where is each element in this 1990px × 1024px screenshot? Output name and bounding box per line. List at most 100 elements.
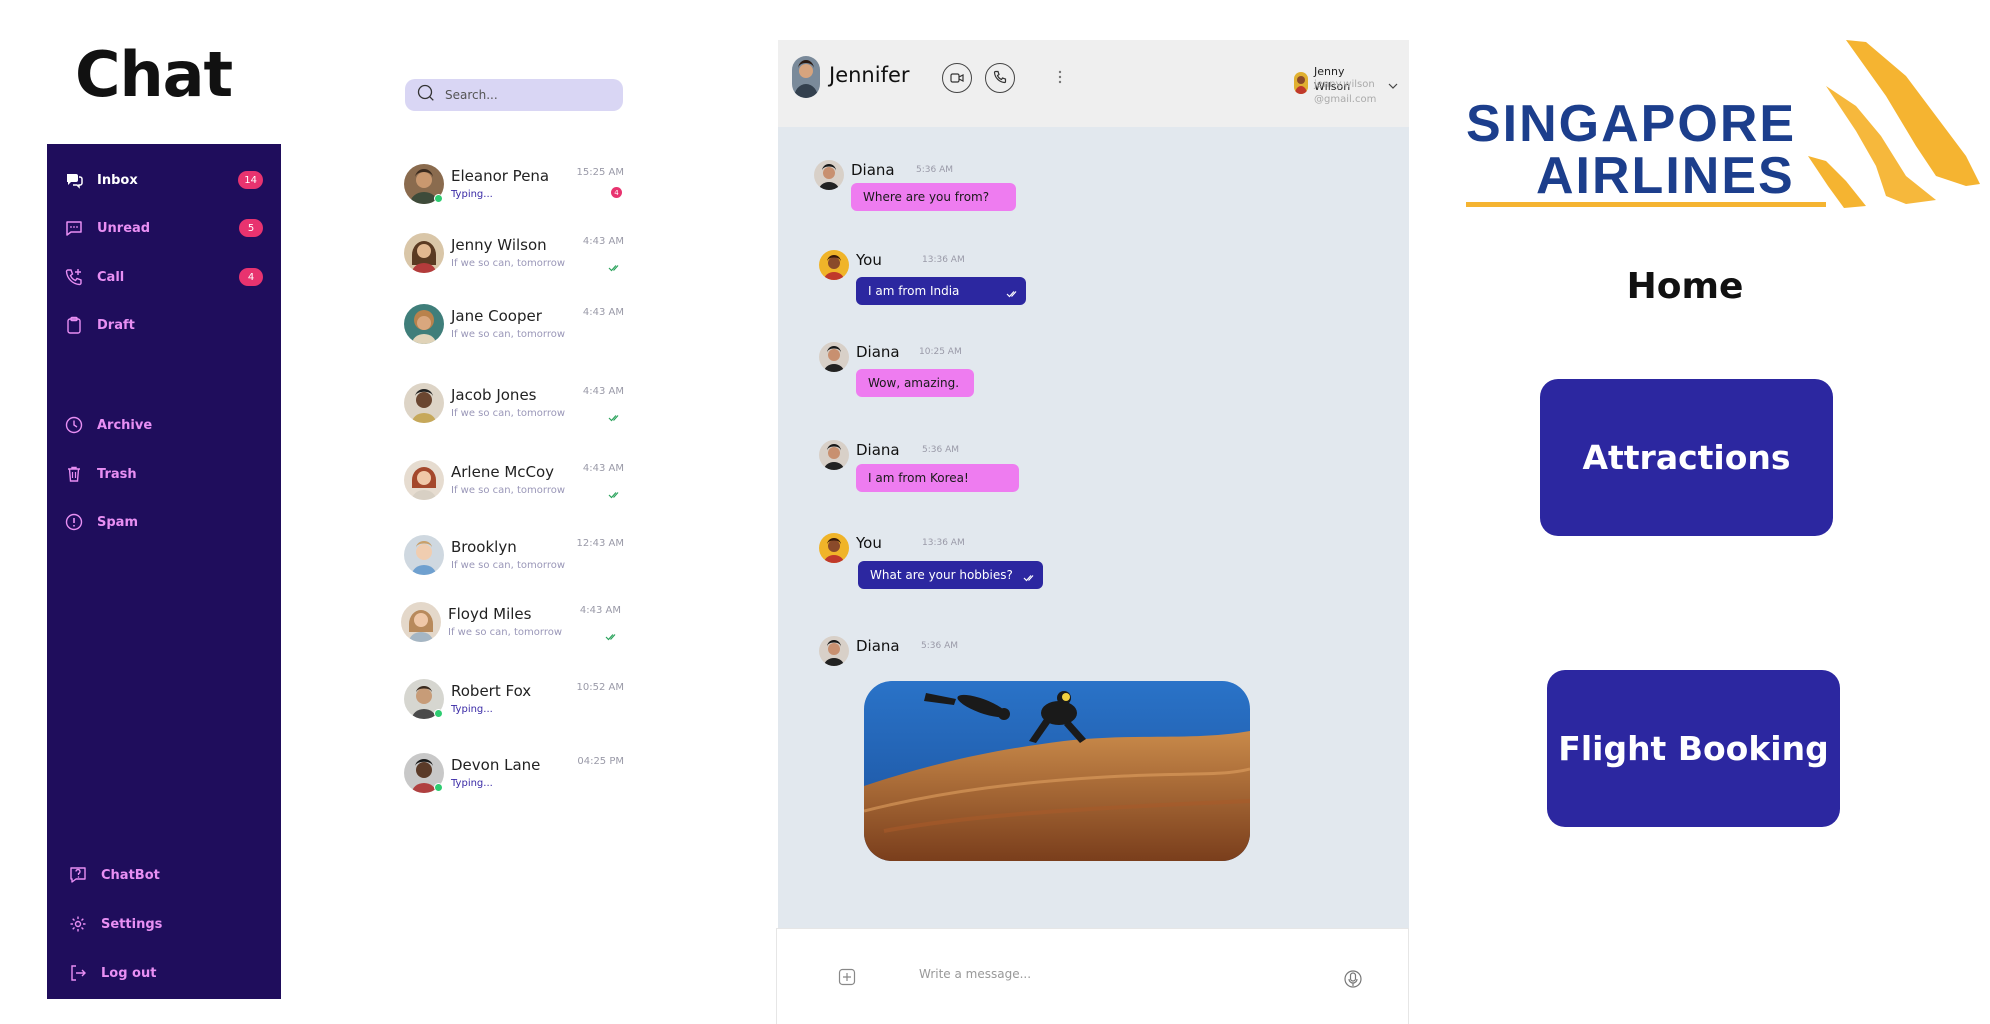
sidebar-item-label: Settings [101,916,163,932]
sidebar-item-draft[interactable]: Draft [63,310,267,340]
avatar [819,533,849,563]
video-call-button[interactable] [942,63,972,93]
chat-contact-name: Jennifer [829,63,910,87]
more-vertical-icon [1058,69,1062,88]
sidebar-item-inbox[interactable]: Inbox 14 [63,165,267,195]
phone-add-icon [63,266,85,288]
list-item[interactable]: Jane Cooper If we so can, tomorrow 4:43 … [404,304,624,352]
avatar [404,233,444,273]
contact-name: Floyd Miles [448,605,532,623]
message: You 13:36 AM I am from India [819,250,1119,305]
online-indicator [434,709,443,718]
contact-preview: If we so can, tomorrow [451,258,566,269]
chat-header: Jennifer Jenny Wilson jenny.wilson@gmail… [778,40,1409,127]
sidebar-item-unread[interactable]: Unread 5 [63,213,267,243]
clipboard-icon [63,314,85,336]
avatar [1294,72,1308,94]
avatar [401,602,441,642]
sidebar-item-label: Draft [97,317,135,333]
contact-name: Jenny Wilson [451,236,547,254]
message-square-icon [63,217,85,239]
flight-booking-button[interactable]: Flight Booking [1547,670,1840,827]
double-check-icon [1023,571,1037,585]
contact-time: 12:43 AM [576,538,624,549]
chevron-down-icon [1388,74,1398,93]
message-composer [776,928,1409,1024]
contact-name: Jacob Jones [451,386,537,404]
contact-preview: Typing... [451,778,493,789]
chat-bubbles-icon [63,169,85,191]
message-time: 13:36 AM [922,538,965,548]
sidebar-item-spam[interactable]: Spam [63,507,267,537]
voice-call-button[interactable] [985,63,1015,93]
message-time: 10:25 AM [919,347,962,357]
alert-circle-icon [63,511,85,533]
message-bubble: I am from India [856,277,1026,305]
message: Diana 5:36 AM [819,636,1119,671]
logout-icon [67,962,89,984]
contact-time: 04:25 PM [577,756,624,767]
message-time: 5:36 AM [922,445,959,455]
message: Diana 5:36 AM Where are you from? [814,160,1114,215]
more-options-button[interactable] [1055,68,1065,88]
sidebar-item-archive[interactable]: Archive [63,410,267,440]
attractions-button[interactable]: Attractions [1540,379,1833,536]
sidebar-item-label: Log out [101,965,157,981]
contact-preview: If we so can, tomorrow [451,329,566,340]
list-item[interactable]: Robert Fox Typing... 10:52 AM [404,679,624,727]
sidebar-item-label: Trash [97,466,137,482]
chat-panel: Jennifer Jenny Wilson jenny.wilson@gmail… [776,40,1409,1024]
avatar [404,304,444,344]
list-item[interactable]: Jacob Jones If we so can, tomorrow 4:43 … [404,383,624,431]
contact-name: Arlene McCoy [451,463,555,481]
message-input[interactable] [919,967,1319,981]
sidebar-item-logout[interactable]: Log out [67,958,271,988]
contact-preview: If we so can, tomorrow [451,560,566,571]
attach-button[interactable] [838,968,856,990]
avatar [792,56,820,98]
unread-badge: 4 [611,187,622,198]
search-input[interactable] [445,88,605,102]
list-item[interactable]: Devon Lane Typing... 04:25 PM [404,753,624,801]
list-item[interactable]: Arlene McCoy If we so can, tomorrow 4:43… [404,460,624,508]
avatar [814,160,844,190]
contact-name: Jane Cooper [451,307,542,325]
message-bubble: What are your hobbies? [858,561,1043,589]
sidebar-item-call[interactable]: Call 4 [63,262,267,292]
sidebar-item-label: Inbox [97,172,138,188]
double-check-icon [608,484,622,503]
message-bubble: I am from Korea! [856,464,1019,492]
avatar [404,535,444,575]
message-sender: Diana [856,441,900,459]
list-item[interactable]: Jenny Wilson If we so can, tomorrow 4:43… [404,233,624,281]
contact-preview: If we so can, tomorrow [451,408,566,419]
brand-name-line1: SINGAPORE [1466,95,1797,153]
message-image[interactable] [864,681,1250,861]
message-text: What are your hobbies? [870,568,1013,582]
contact-name: Brooklyn [451,538,517,556]
message-sender: Diana [851,161,895,179]
message-text: I am from India [868,284,960,298]
contact-time: 4:43 AM [582,386,624,397]
chatbot-icon [67,864,89,886]
brand-name-line2: AIRLINES [1536,147,1795,205]
page-title: Chat [75,38,233,111]
double-check-icon [1006,287,1020,301]
user-email: jenny.wilson@gmail.com [1314,79,1377,105]
list-item[interactable]: Eleanor Pena Typing... 15:25 AM 4 [404,164,624,212]
plus-square-icon [838,968,856,990]
app-root: Chat Inbox 14 Unread 5 Call 4 Draft Arch… [0,0,1990,1024]
list-item[interactable]: Brooklyn If we so can, tomorrow 12:43 AM [404,535,624,583]
contact-time: 4:43 AM [582,307,624,318]
sidebar-item-settings[interactable]: Settings [67,909,271,939]
list-item[interactable]: Floyd Miles If we so can, tomorrow 4:43 … [401,602,621,650]
trash-icon [63,463,85,485]
contact-preview: If we so can, tomorrow [448,627,563,638]
search-icon [417,84,435,106]
sidebar-item-trash[interactable]: Trash [63,459,267,489]
user-menu[interactable]: Jenny Wilson jenny.wilson@gmail.com [1292,64,1404,114]
phone-icon [993,69,1007,88]
sidebar-item-chatbot[interactable]: ChatBot [67,860,271,890]
contact-time: 4:43 AM [582,463,624,474]
voice-message-button[interactable] [1344,969,1362,993]
